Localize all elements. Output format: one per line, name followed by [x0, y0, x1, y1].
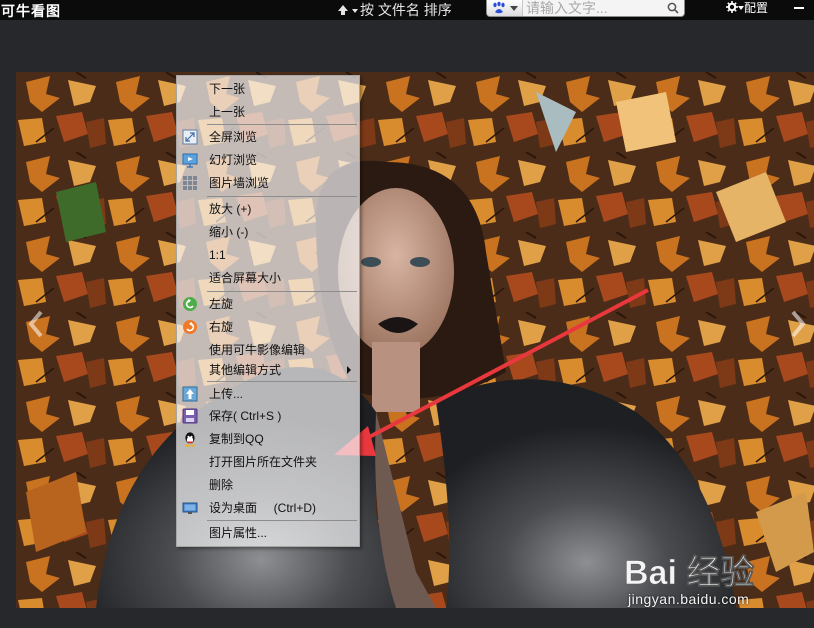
app-title: 可牛看图: [1, 3, 61, 19]
menu-item-label: 缩小 (-): [209, 225, 249, 239]
slideshow-icon: [182, 153, 198, 168]
image-viewport[interactable]: [16, 72, 814, 608]
menu-item-label: 删除: [209, 478, 234, 492]
menu-item-fit-screen[interactable]: 适合屏幕大小: [177, 267, 359, 289]
menu-divider: [207, 291, 357, 292]
context-menu: 下一张 上一张 全屏浏览 幻灯浏览 图片墙浏览 放大 (+) 缩小 (-) 1:…: [176, 75, 360, 547]
menu-item-label: 左旋: [209, 297, 234, 311]
watermark-url: jingyan.baidu.com: [628, 591, 750, 607]
next-image-button[interactable]: [776, 296, 814, 352]
chevron-right-icon: [791, 310, 806, 338]
config-label: 配置: [744, 0, 769, 15]
menu-item-label: 打开图片所在文件夹: [209, 455, 318, 469]
save-icon: [182, 408, 198, 424]
menu-item-label: 适合屏幕大小: [209, 271, 282, 285]
menu-item-open-folder[interactable]: 打开图片所在文件夹: [177, 451, 359, 473]
menu-item-save[interactable]: 保存( Ctrl+S ): [177, 405, 359, 427]
grid-icon: [183, 176, 197, 190]
desktop-icon: [182, 502, 198, 514]
watermark-brand: Bai 经验: [624, 553, 754, 592]
gear-icon: [726, 1, 738, 13]
chevron-left-icon: [28, 310, 43, 338]
minimize-button[interactable]: [794, 7, 804, 9]
menu-divider: [207, 196, 357, 197]
upload-icon: [182, 386, 198, 402]
menu-item-label: 全屏浏览: [209, 130, 258, 144]
menu-item-label: 上一张: [209, 105, 246, 119]
menu-item-image-wall[interactable]: 图片墙浏览: [177, 172, 359, 194]
menu-item-delete[interactable]: 删除: [177, 474, 359, 496]
search-button[interactable]: [663, 0, 683, 16]
title-bar: 可牛看图 按 文件名 排序 请输入文字... 配置: [0, 0, 814, 20]
photo-image: [16, 72, 814, 608]
menu-item-zoom-out[interactable]: 缩小 (-): [177, 221, 359, 243]
menu-item-next[interactable]: 下一张: [177, 78, 359, 100]
qq-icon: [185, 432, 195, 447]
menu-item-label: 右旋: [209, 320, 234, 334]
config-button[interactable]: 配置: [726, 0, 769, 15]
menu-item-rotate-right[interactable]: 右旋: [177, 316, 359, 338]
sort-button[interactable]: 按 文件名 排序: [336, 0, 452, 20]
menu-item-other-editors[interactable]: 其他编辑方式: [177, 359, 359, 381]
menu-item-set-desktop[interactable]: 设为桌面 (Ctrl+D): [177, 497, 359, 519]
sort-label: 按 文件名 排序: [360, 2, 452, 18]
previous-image-button[interactable]: [14, 296, 58, 352]
menu-item-label: 其他编辑方式: [209, 363, 282, 377]
menu-item-previous[interactable]: 上一张: [177, 101, 359, 123]
menu-item-label: 幻灯浏览: [209, 153, 258, 167]
menu-item-label: 使用可牛影像编辑: [209, 343, 306, 357]
chevron-down-icon: [352, 9, 358, 13]
menu-item-label: 1:1: [209, 248, 226, 262]
menu-divider: [207, 381, 357, 382]
menu-item-properties[interactable]: 图片属性...: [177, 522, 359, 544]
rotate-left-icon: [183, 297, 197, 311]
menu-item-rotate-left[interactable]: 左旋: [177, 293, 359, 315]
menu-item-label: 上传...: [209, 387, 244, 401]
search-icon: [667, 2, 679, 14]
menu-item-label: 复制到QQ: [209, 432, 264, 446]
fullscreen-icon: [182, 129, 198, 145]
submenu-arrow-icon: [347, 366, 351, 374]
search-engine-selector[interactable]: [487, 0, 523, 16]
menu-item-label: 图片属性...: [209, 526, 268, 540]
menu-item-label: 放大 (+): [209, 202, 252, 216]
menu-item-label: 图片墙浏览: [209, 176, 270, 190]
chevron-down-icon: [509, 6, 518, 11]
menu-item-edit-with-keniu[interactable]: 使用可牛影像编辑: [177, 339, 359, 361]
menu-item-label: 设为桌面 (Ctrl+D): [209, 501, 316, 515]
menu-item-label: 下一张: [209, 82, 246, 96]
sort-up-icon: [338, 5, 348, 15]
baidu-paw-icon: [492, 1, 505, 14]
search-box: [486, 0, 685, 17]
menu-divider: [207, 124, 357, 125]
menu-item-label: 保存( Ctrl+S ): [209, 409, 282, 423]
menu-divider: [207, 520, 357, 521]
rotate-right-icon: [183, 320, 197, 334]
menu-item-upload[interactable]: 上传...: [177, 383, 359, 405]
search-input[interactable]: [523, 0, 663, 16]
menu-item-copy-to-qq[interactable]: 复制到QQ: [177, 428, 359, 450]
menu-item-actual-size[interactable]: 1:1: [177, 244, 359, 266]
menu-item-zoom-in[interactable]: 放大 (+): [177, 198, 359, 220]
menu-item-slideshow[interactable]: 幻灯浏览: [177, 149, 359, 171]
menu-item-fullscreen[interactable]: 全屏浏览: [177, 126, 359, 148]
